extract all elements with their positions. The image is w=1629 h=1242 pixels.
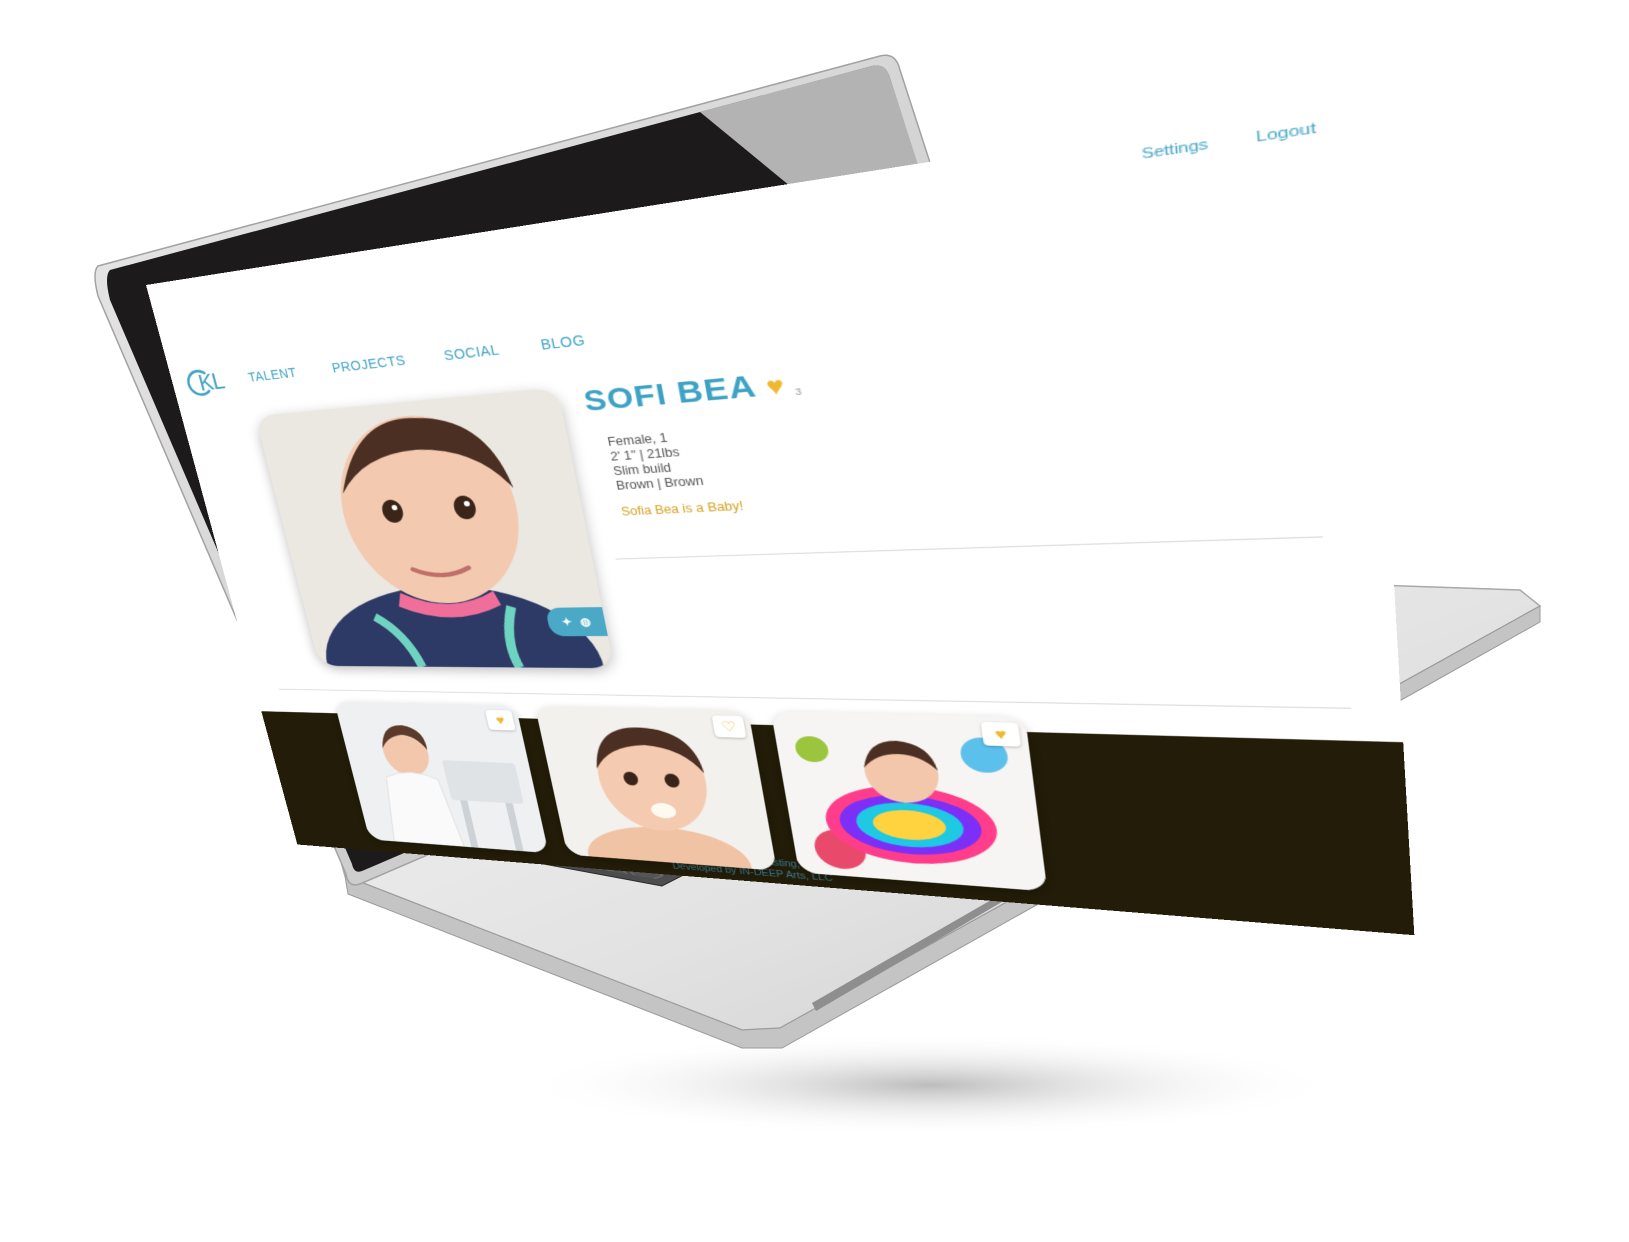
like-count: 3 bbox=[794, 386, 803, 398]
share-tab[interactable]: ✦ ◍ bbox=[545, 607, 608, 637]
ckl-logo[interactable]: KL bbox=[184, 364, 243, 399]
nav-menu: TALENT PROJECTS SOCIAL BLOG bbox=[247, 332, 587, 385]
profile-headshot[interactable]: ✦ ◍ bbox=[255, 387, 615, 669]
talent-name: SOFI BEA bbox=[581, 368, 760, 418]
heart-filled-icon: ♥ bbox=[993, 725, 1008, 743]
main-navigation: KL TALENT PROJECTS SOCIAL BLOG bbox=[183, 319, 589, 401]
heart-outline-icon: ♡ bbox=[720, 719, 738, 735]
section-divider bbox=[615, 536, 1323, 560]
settings-link[interactable]: Settings bbox=[1141, 137, 1208, 163]
favorite-button[interactable]: ♡ bbox=[711, 715, 747, 738]
logout-link[interactable]: Logout bbox=[1256, 121, 1317, 146]
twitter-icon[interactable]: ✦ bbox=[560, 616, 573, 629]
laptop-mockup-scene: Settings Logout KL TALENT PROJECTS SOCIA… bbox=[0, 0, 1629, 1242]
gallery-photo-2[interactable]: ♡ bbox=[534, 706, 777, 871]
globe-icon[interactable]: ◍ bbox=[579, 615, 592, 628]
nav-item-talent[interactable]: TALENT bbox=[247, 365, 299, 385]
nav-item-blog[interactable]: BLOG bbox=[539, 332, 586, 353]
nav-item-social[interactable]: SOCIAL bbox=[442, 342, 500, 364]
account-links: Settings Logout bbox=[1141, 121, 1316, 163]
profile-info: SOFI BEA ♥ 3 Female, 1 2' 1" | 21lbs Sli… bbox=[581, 333, 1143, 519]
nav-item-projects[interactable]: PROJECTS bbox=[330, 352, 407, 375]
heart-icon[interactable]: ♥ bbox=[764, 370, 787, 403]
ground-shadow bbox=[520, 1033, 1340, 1137]
heart-filled-icon: ♥ bbox=[494, 712, 507, 728]
favorite-button[interactable]: ♥ bbox=[980, 721, 1021, 747]
gallery-photo-3[interactable]: ♥ bbox=[770, 711, 1048, 892]
favorite-button[interactable]: ♥ bbox=[484, 709, 516, 731]
